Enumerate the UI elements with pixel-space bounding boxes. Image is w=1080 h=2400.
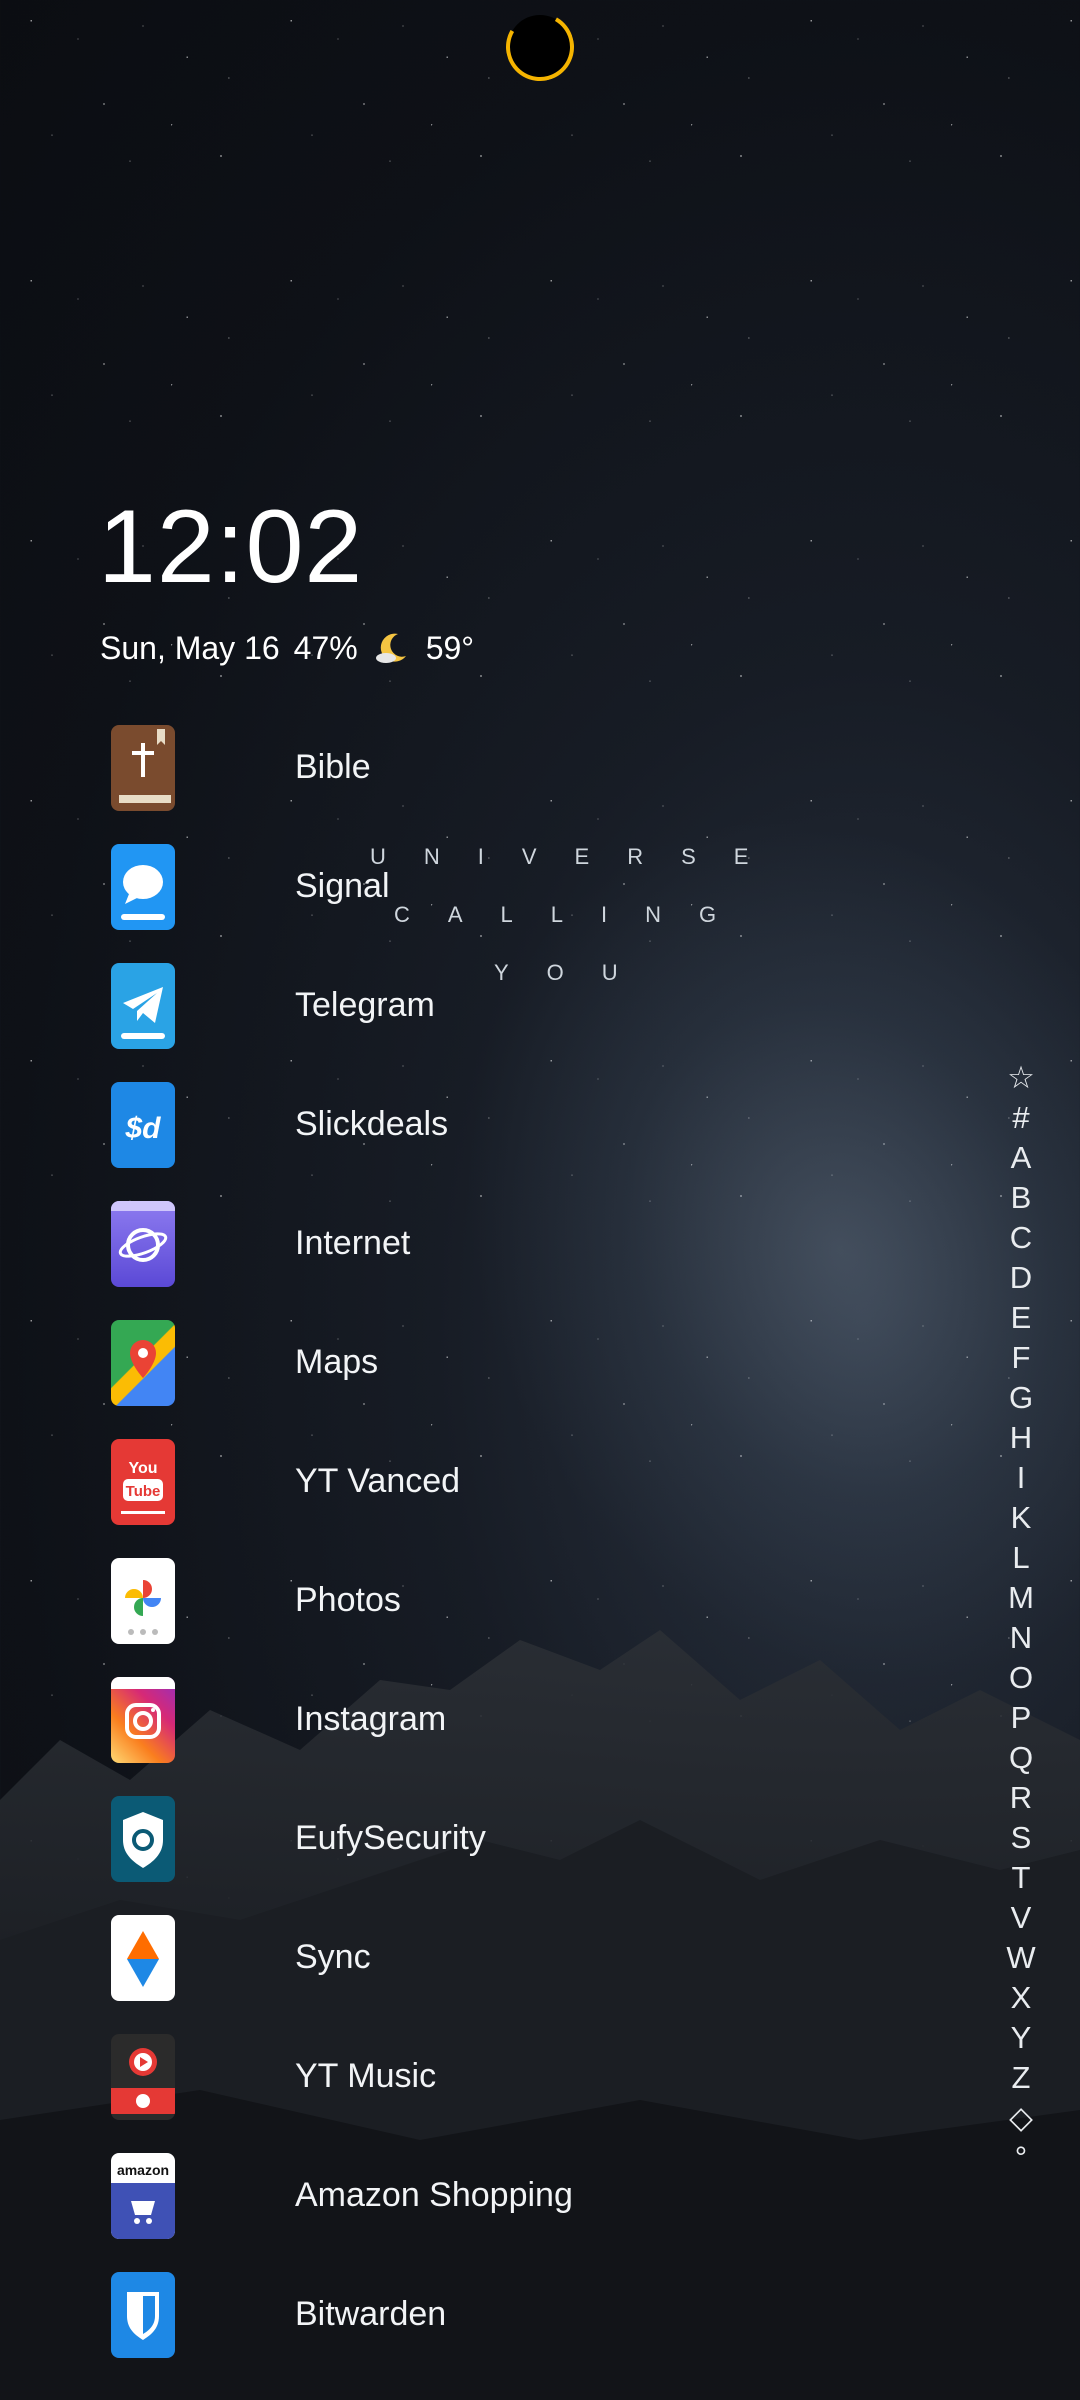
app-item-internet[interactable]: Internet	[111, 1184, 573, 1303]
index-C[interactable]: C	[1010, 1218, 1032, 1258]
index-hash[interactable]: #	[1012, 1098, 1029, 1138]
app-label-signal: Signal	[295, 867, 390, 905]
maps-icon	[111, 1319, 175, 1406]
app-item-amazon-shopping[interactable]: amazon Amazon Shopping	[111, 2136, 573, 2255]
app-item-sync[interactable]: Sync	[111, 1898, 573, 2017]
app-item-slickdeals[interactable]: $d Slickdeals	[111, 1065, 573, 1184]
app-item-bible[interactable]: Bible	[111, 708, 573, 827]
index-E[interactable]: E	[1011, 1298, 1032, 1338]
app-label-instagram: Instagram	[295, 1700, 447, 1738]
instagram-icon	[111, 1676, 175, 1763]
index-X[interactable]: X	[1011, 1978, 1032, 2018]
index-Q[interactable]: Q	[1009, 1738, 1033, 1778]
index-V[interactable]: V	[1011, 1898, 1032, 1938]
app-item-instagram[interactable]: Instagram	[111, 1660, 573, 1779]
temperature-text: 59°	[425, 629, 475, 666]
eufy-icon	[111, 1795, 175, 1882]
index-I[interactable]: I	[1017, 1458, 1026, 1498]
clock-widget[interactable]: 12:02	[98, 488, 363, 607]
index-T[interactable]: T	[1012, 1858, 1031, 1898]
app-item-signal[interactable]: Signal	[111, 827, 573, 946]
index-other[interactable]: ◇	[1009, 2098, 1033, 2138]
app-label-eufysecurity: EufySecurity	[295, 1819, 486, 1857]
status-line[interactable]: Sun, May 16 47% 59°	[100, 628, 474, 668]
app-label-photos: Photos	[295, 1581, 401, 1619]
app-drawer-list: Bible Signal Telegram $d Slickdeals Inte…	[111, 708, 573, 2374]
svg-text:Tube: Tube	[126, 1483, 161, 1500]
app-label-bitwarden: Bitwarden	[295, 2295, 447, 2333]
svg-text:$d: $d	[124, 1112, 161, 1145]
internet-icon	[111, 1200, 175, 1287]
app-label-yt-vanced: YT Vanced	[295, 1462, 461, 1500]
app-item-yt-vanced[interactable]: You Tube YT Vanced	[111, 1422, 573, 1541]
index-H[interactable]: H	[1010, 1418, 1032, 1458]
app-label-slickdeals: Slickdeals	[295, 1105, 449, 1143]
app-item-bitwarden[interactable]: Bitwarden	[111, 2255, 573, 2374]
index-F[interactable]: F	[1012, 1338, 1031, 1378]
svg-text:amazon: amazon	[117, 2162, 169, 2178]
alphabet-index-bar[interactable]: ☆ # A B C D E F G H I K L M N O P Q R S …	[1002, 1058, 1040, 2178]
moon-icon	[372, 628, 412, 668]
index-L[interactable]: L	[1012, 1538, 1029, 1578]
app-label-telegram: Telegram	[295, 986, 435, 1024]
photos-icon	[111, 1557, 175, 1644]
app-item-yt-music[interactable]: YT Music	[111, 2017, 573, 2136]
index-K[interactable]: K	[1011, 1498, 1032, 1538]
app-label-sync: Sync	[295, 1938, 371, 1976]
app-label-amazon-shopping: Amazon Shopping	[295, 2176, 573, 2214]
svg-text:You: You	[128, 1460, 157, 1477]
app-item-eufysecurity[interactable]: EufySecurity	[111, 1779, 573, 1898]
index-O[interactable]: O	[1009, 1658, 1033, 1698]
index-S[interactable]: S	[1011, 1818, 1032, 1858]
index-W[interactable]: W	[1006, 1938, 1035, 1978]
telegram-icon	[111, 962, 175, 1049]
index-settings[interactable]: °	[1015, 2138, 1027, 2178]
youtube-icon: You Tube	[111, 1438, 175, 1525]
index-M[interactable]: M	[1008, 1578, 1034, 1618]
index-A[interactable]: A	[1011, 1138, 1032, 1178]
index-Z[interactable]: Z	[1012, 2058, 1031, 2098]
index-G[interactable]: G	[1009, 1378, 1033, 1418]
bible-icon	[111, 724, 175, 811]
index-P[interactable]: P	[1011, 1698, 1032, 1738]
bitwarden-icon	[111, 2271, 175, 2358]
slickdeals-icon: $d	[111, 1081, 175, 1168]
app-item-maps[interactable]: Maps	[111, 1303, 573, 1422]
index-R[interactable]: R	[1010, 1778, 1032, 1818]
signal-icon	[111, 843, 175, 930]
yt-music-icon	[111, 2033, 175, 2120]
app-label-bible: Bible	[295, 748, 371, 786]
index-N[interactable]: N	[1010, 1618, 1032, 1658]
app-label-maps: Maps	[295, 1343, 379, 1381]
amazon-icon: amazon	[111, 2152, 175, 2239]
sync-icon	[111, 1914, 175, 2001]
index-Y[interactable]: Y	[1011, 2018, 1032, 2058]
app-label-yt-music: YT Music	[295, 2057, 437, 2095]
index-D[interactable]: D	[1010, 1258, 1032, 1298]
app-item-telegram[interactable]: Telegram	[111, 946, 573, 1065]
app-item-photos[interactable]: Photos	[111, 1541, 573, 1660]
battery-text: 47%	[293, 629, 358, 666]
date-text: Sun, May 16	[100, 629, 280, 666]
app-label-internet: Internet	[295, 1224, 411, 1262]
index-favorites[interactable]: ☆	[1007, 1058, 1035, 1098]
index-B[interactable]: B	[1011, 1178, 1032, 1218]
